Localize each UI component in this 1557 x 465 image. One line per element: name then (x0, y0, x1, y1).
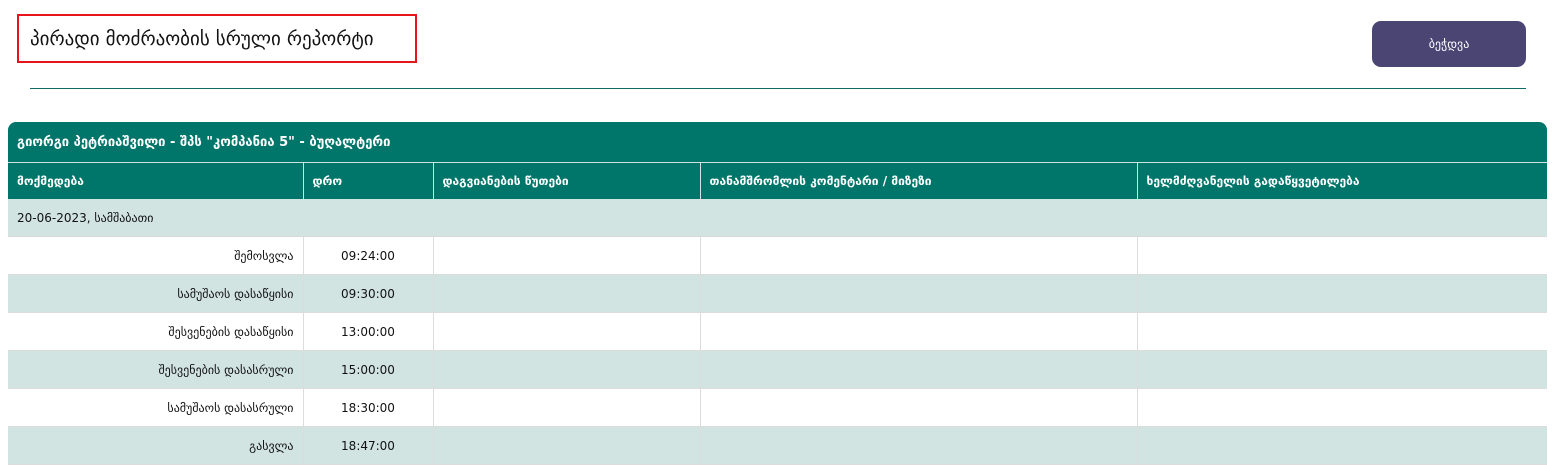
report-table: გიორგი პეტრიაშვილი - შპს "კომპანია 5" - … (8, 122, 1547, 465)
cell-action: შესვენების დასასრული (8, 350, 304, 389)
cell-decision (1137, 426, 1547, 465)
cell-decision (1137, 388, 1547, 427)
date-label: 20-06-2023, სამშაბათი (8, 199, 1547, 237)
page-title: პირადი მოძრაობის სრული რეპორტი (17, 14, 417, 63)
cell-action: გასვლა (8, 426, 304, 465)
cell-comment (700, 274, 1138, 313)
column-header-row: მოქმედება დრო დაგვიანების წუთები თანამშრ… (8, 162, 1547, 199)
column-header-decision: ხელმძღვანელის გადაწყვეტილება (1137, 162, 1547, 199)
cell-time: 09:24:00 (303, 236, 434, 275)
cell-action: სამუშაოს დასაწყისი (8, 274, 304, 313)
cell-decision (1137, 312, 1547, 351)
report-caption: გიორგი პეტრიაშვილი - შპს "კომპანია 5" - … (8, 122, 1547, 163)
table-row: შემოსვლა 09:24:00 (8, 236, 1547, 275)
cell-action: შემოსვლა (8, 236, 304, 275)
report-table-container: გიორგი პეტრიაშვილი - შპს "კომპანია 5" - … (8, 122, 1547, 465)
header-divider (30, 88, 1526, 89)
print-button[interactable]: ბეჭდვა (1372, 21, 1526, 67)
cell-comment (700, 312, 1138, 351)
column-header-time: დრო (303, 162, 434, 199)
table-row: შესვენების დასასრული 15:00:00 (8, 350, 1547, 389)
cell-late-minutes (433, 312, 701, 351)
cell-comment (700, 236, 1138, 275)
date-group-row: 20-06-2023, სამშაბათი (8, 199, 1547, 237)
column-header-late-minutes: დაგვიანების წუთები (433, 162, 701, 199)
table-row: შესვენების დასაწყისი 13:00:00 (8, 312, 1547, 351)
cell-comment (700, 426, 1138, 465)
cell-decision (1137, 350, 1547, 389)
table-row: გასვლა 18:47:00 (8, 426, 1547, 465)
cell-time: 09:30:00 (303, 274, 434, 313)
cell-comment (700, 350, 1138, 389)
cell-late-minutes (433, 350, 701, 389)
column-header-comment: თანამშრომლის კომენტარი / მიზეზი (700, 162, 1138, 199)
cell-comment (700, 388, 1138, 427)
cell-decision (1137, 274, 1547, 313)
cell-time: 18:30:00 (303, 388, 434, 427)
table-row: სამუშაოს დასასრული 18:30:00 (8, 388, 1547, 427)
cell-late-minutes (433, 274, 701, 313)
cell-time: 18:47:00 (303, 426, 434, 465)
cell-late-minutes (433, 388, 701, 427)
cell-late-minutes (433, 426, 701, 465)
cell-time: 13:00:00 (303, 312, 434, 351)
report-caption-row: გიორგი პეტრიაშვილი - შპს "კომპანია 5" - … (8, 122, 1547, 163)
cell-late-minutes (433, 236, 701, 275)
page-header: პირადი მოძრაობის სრული რეპორტი ბეჭდვა (0, 0, 1557, 90)
cell-action: შესვენების დასაწყისი (8, 312, 304, 351)
column-header-action: მოქმედება (8, 162, 304, 199)
table-row: სამუშაოს დასაწყისი 09:30:00 (8, 274, 1547, 313)
cell-action: სამუშაოს დასასრული (8, 388, 304, 427)
cell-time: 15:00:00 (303, 350, 434, 389)
cell-decision (1137, 236, 1547, 275)
